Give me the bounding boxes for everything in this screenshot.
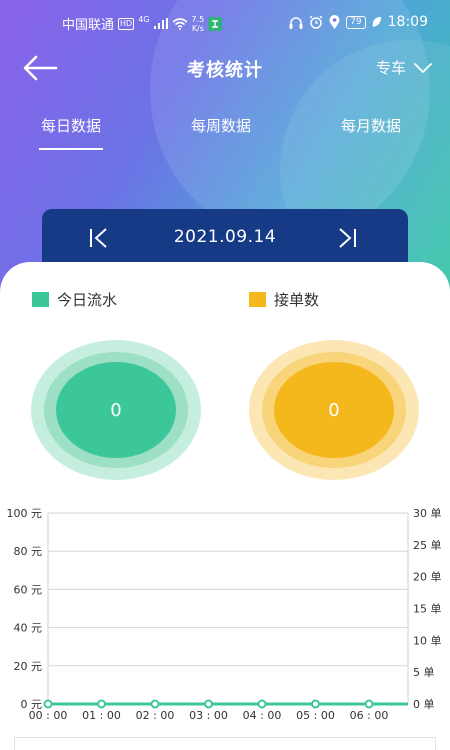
data-point — [364, 699, 374, 709]
data-point — [204, 699, 213, 709]
data-point — [150, 699, 160, 709]
car-type-label: 专车 — [375, 59, 406, 77]
location-icon — [329, 15, 340, 29]
y-left-tick-label: 100 元 — [7, 507, 43, 520]
legend-orders-label: 接单数 — [274, 291, 320, 309]
carrier-name: 中国联通 — [62, 18, 115, 33]
speed-value: 7.5 — [191, 14, 205, 24]
network-speed: 7.5 K/s — [192, 15, 205, 33]
y-left-tick-label: 80 元 — [14, 545, 43, 558]
x-tick-label: 02 : 00 — [136, 709, 175, 722]
revenue-circle-mid: 0 — [44, 352, 188, 468]
data-point — [311, 699, 320, 709]
x-tick-label: 04 : 00 — [243, 709, 282, 722]
clock-time: 18:09 — [387, 14, 428, 30]
legend-orders: 接单数 — [249, 289, 319, 310]
legend-green-swatch — [32, 292, 49, 307]
status-right: 79 18:09 — [289, 14, 428, 30]
data-point — [97, 699, 106, 709]
car-type-dropdown[interactable]: 专车 — [376, 57, 432, 78]
orders-value: 0 — [274, 362, 394, 458]
wifi-icon — [171, 17, 188, 30]
legend-revenue: 今日流水 — [32, 289, 117, 310]
x-tick-label: 06 : 00 — [350, 709, 389, 722]
speed-unit: K/s — [191, 23, 204, 33]
tab-weekly[interactable]: 每周数据 — [191, 115, 251, 136]
hd-badge: HD — [118, 17, 135, 30]
y-left-tick-label: 60 元 — [14, 583, 43, 596]
period-tabs: 每日数据 每周数据 每月数据 — [0, 110, 450, 154]
next-date-button[interactable] — [336, 227, 362, 249]
leaf-icon — [372, 17, 381, 27]
y-right-tick-label: 10 单 — [413, 634, 442, 647]
bottom-edge-left — [14, 737, 15, 750]
y-right-tick-label: 25 单 — [413, 539, 442, 552]
revenue-value: 0 — [56, 362, 176, 458]
status-bar: 中国联通 HD 4G 7.5 K/s 79 18:09 — [0, 0, 450, 44]
hourly-chart: 100 元 80 元 60 元 40 元 20 元0 元 30 单 25 单 20 单 15 单… — [0, 500, 450, 730]
data-point — [257, 699, 267, 709]
bottom-edge-right — [435, 737, 436, 750]
y-right-tick-label: 5 单 — [413, 666, 435, 679]
signal-icon — [153, 18, 168, 29]
y-left-tick-label: 40 元 — [14, 622, 43, 635]
headphones-icon — [289, 16, 303, 29]
legend-revenue-label: 今日流水 — [57, 291, 118, 309]
battery-level: 79 — [346, 15, 366, 29]
bottom-divider — [14, 737, 436, 738]
x-tick-label: 00 : 00 — [29, 709, 68, 722]
chevron-down-icon — [414, 62, 432, 73]
nav-bar: 考核统计 专车 — [0, 44, 450, 92]
orders-circle: 0 — [249, 340, 419, 480]
x-tick-label: 03 : 00 — [189, 709, 228, 722]
alarm-icon — [309, 15, 323, 29]
revenue-circle: 0 — [31, 340, 201, 480]
app-notification-icon — [208, 16, 223, 31]
legend-yellow-swatch — [249, 292, 266, 307]
status-left: 中国联通 HD 4G 7.5 K/s — [62, 14, 223, 33]
y-left-tick-label: 20 元 — [14, 660, 43, 673]
tab-monthly[interactable]: 每月数据 — [341, 115, 401, 136]
x-tick-label: 01 : 00 — [82, 709, 121, 722]
skip-next-icon — [339, 228, 356, 248]
y-right-tick-label: 15 单 — [413, 603, 442, 616]
data-point — [43, 699, 53, 709]
tab-daily[interactable]: 每日数据 — [38, 115, 104, 150]
y-right-tick-label: 20 单 — [413, 571, 442, 584]
chart-svg: 100 元80 元60 元40 元20 元0 元30 单25 单20 单15 单… — [7, 507, 442, 722]
network-type: 4G — [138, 14, 150, 24]
y-right-tick-label: 0 单 — [413, 698, 435, 711]
x-tick-label: 05 : 00 — [296, 709, 335, 722]
y-right-tick-label: 30 单 — [413, 507, 442, 520]
orders-circle-mid: 0 — [262, 352, 406, 468]
